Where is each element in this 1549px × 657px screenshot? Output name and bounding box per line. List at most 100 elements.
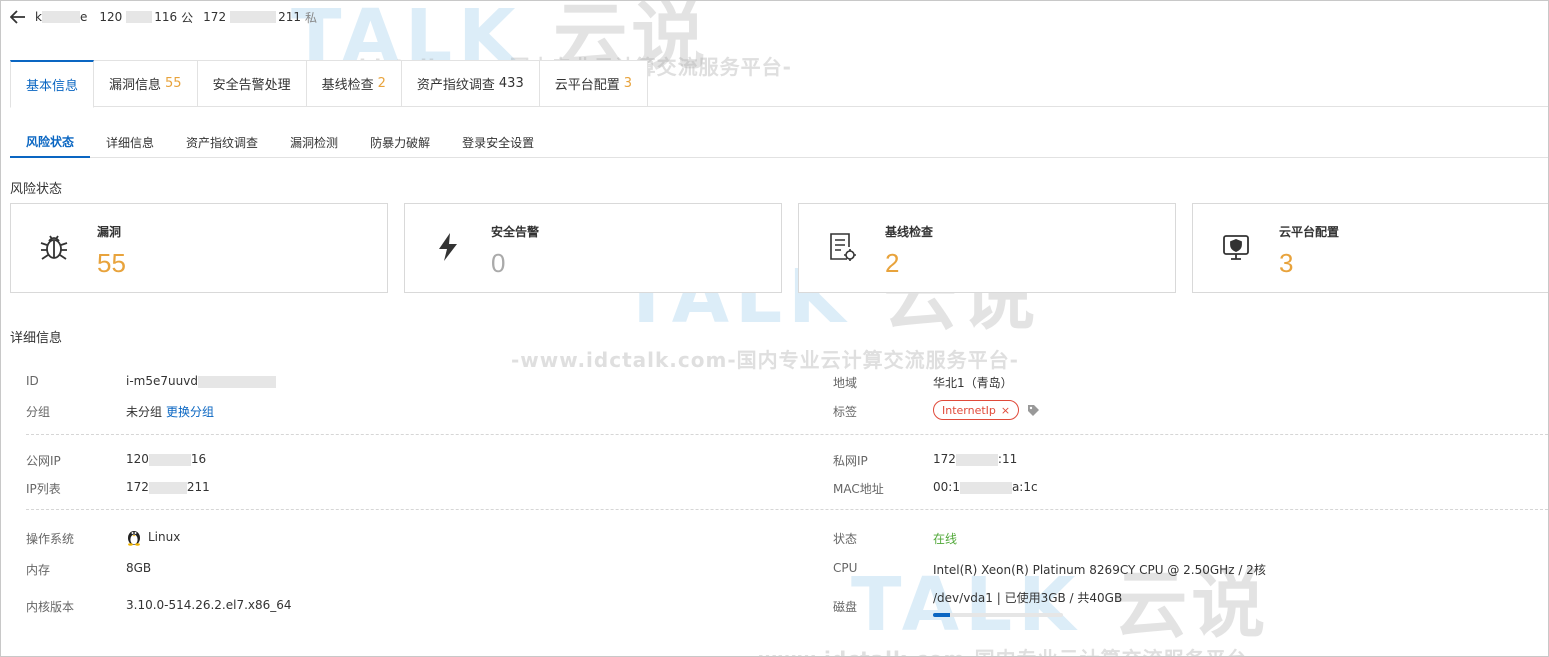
- card-value: 3: [1279, 248, 1294, 278]
- risk-section-title: 风险状态: [10, 182, 63, 197]
- checklist-icon: [825, 230, 859, 264]
- public-ip-label: 公: [181, 10, 194, 25]
- watermark-url-middle: -www.idctalk.com-国内专业云计算交流服务平台-: [511, 348, 1019, 372]
- change-group-link[interactable]: 更换分组: [166, 405, 214, 419]
- header-public-ip-start: 120: [99, 10, 123, 24]
- region-label: 地域: [833, 376, 858, 390]
- subtab-risk-status[interactable]: 风险状态: [10, 126, 91, 158]
- tag-edit-icon[interactable]: [1027, 404, 1040, 417]
- subtab-login-security[interactable]: 登录安全设置: [446, 126, 550, 158]
- id-label: ID: [26, 374, 39, 388]
- main-tabs: 基本信息 漏洞信息 55 安全告警处理 基线检查 2 资产指纹调查 433 云平台配置…: [10, 60, 1548, 108]
- masked-text: [955, 453, 998, 466]
- cpu-value: Intel(R) Xeon(R) Platinum 8269CY CPU @ 2…: [933, 563, 1266, 577]
- tab-vulnerability[interactable]: 漏洞信息 55: [94, 60, 198, 107]
- disk-usage-fill: [933, 613, 950, 617]
- id-value: i-m5e7uuvd: [126, 374, 276, 388]
- masked-text: [126, 11, 153, 23]
- os-value: Linux: [126, 528, 180, 546]
- risk-cards: 漏洞 55 安全告警 0 基线检查 2 云平台配置 3: [10, 203, 1548, 293]
- masked-text: [41, 11, 80, 23]
- subtab-details[interactable]: 详细信息: [90, 126, 170, 158]
- watermark-url-bottom: -www.idctalk.com-国内专业云计算交流服务平台-: [749, 643, 1257, 656]
- divider: [26, 509, 1548, 510]
- tag-internetip[interactable]: InternetIp ×: [933, 400, 1020, 420]
- memory-label: 内存: [26, 563, 51, 577]
- mac-part: 00:1: [933, 480, 960, 494]
- mac-value: 00:1 a:1c: [933, 480, 1038, 494]
- tab-count: 2: [377, 76, 386, 91]
- tab-baseline[interactable]: 基线检查 2: [306, 60, 402, 107]
- app-window: TALK 云说 -www.idctalk.com-国内专业云计算交流服务平台- …: [0, 0, 1549, 657]
- card-value: 0: [491, 248, 506, 278]
- monitor-shield-icon: [1219, 230, 1253, 264]
- subtab-vuln-detection[interactable]: 漏洞检测: [274, 126, 354, 158]
- sub-tabs: 风险状态 详细信息 资产指纹调查 漏洞检测 防暴力破解 登录安全设置: [10, 126, 1548, 158]
- disk-value: /dev/vda1 | 已使用3GB / 共40GB: [933, 591, 1123, 605]
- tab-label: 基线检查: [321, 78, 374, 93]
- masked-text: [197, 375, 276, 388]
- os-text: Linux: [148, 530, 181, 544]
- card-label: 云平台配置: [1279, 225, 1340, 239]
- private-ip-value: 172:11: [933, 452, 1017, 466]
- header-private-ip-start: 172: [203, 10, 227, 24]
- ip-part: 172: [126, 480, 149, 494]
- group-value: 未分组 更换分组: [126, 403, 214, 420]
- public-ip-label: 公网IP: [26, 454, 61, 468]
- masked-text: [959, 481, 1012, 494]
- details-section-title: 详细信息: [10, 331, 63, 346]
- instance-name-end: e: [79, 10, 88, 24]
- ip-part: 16: [190, 452, 207, 466]
- id-text: i-m5e7uuvd: [126, 374, 198, 388]
- page-header: k e 120 116 公 172 211 私: [9, 7, 321, 27]
- private-ip-label: 私: [304, 10, 317, 25]
- mac-part: a:1c: [1011, 480, 1038, 494]
- linux-penguin-icon: [126, 528, 142, 546]
- tag-value: InternetIp ×: [933, 400, 1040, 420]
- card-vulnerability[interactable]: 漏洞 55: [10, 203, 388, 293]
- header-private-ip-end: 211: [278, 10, 301, 24]
- status-value: 在线: [933, 532, 958, 546]
- os-label: 操作系统: [26, 532, 75, 546]
- cpu-label: CPU: [833, 561, 858, 575]
- ip-list-value: 172 211: [126, 480, 210, 494]
- subtab-brute-force[interactable]: 防暴力破解: [354, 126, 446, 158]
- public-ip-value: 120 16: [126, 452, 206, 466]
- tab-label: 漏洞信息: [109, 78, 162, 93]
- tab-count: 55: [165, 76, 182, 91]
- lightning-icon: [431, 230, 465, 264]
- card-label: 安全告警: [491, 225, 540, 239]
- group-label: 分组: [26, 405, 51, 419]
- disk-label: 磁盘: [833, 600, 858, 614]
- memory-value: 8GB: [126, 561, 152, 575]
- disk-usage-bar: [933, 613, 1063, 617]
- card-cloud-config[interactable]: 云平台配置 3: [1192, 203, 1548, 293]
- tab-alerts[interactable]: 安全告警处理: [197, 60, 307, 107]
- tab-basic-info[interactable]: 基本信息: [10, 60, 95, 108]
- tab-asset-fingerprint[interactable]: 资产指纹调查 433: [401, 60, 540, 107]
- tag-close-icon[interactable]: ×: [1001, 404, 1010, 417]
- tag-text: InternetIp: [942, 403, 996, 417]
- tab-label: 云平台配置: [554, 78, 620, 93]
- card-security-alerts[interactable]: 安全告警 0: [404, 203, 782, 293]
- tag-label: 标签: [833, 405, 858, 419]
- group-text: 未分组: [126, 405, 163, 419]
- ip-part: 172: [933, 452, 956, 466]
- subtab-asset-fingerprint[interactable]: 资产指纹调查: [170, 126, 274, 158]
- card-baseline[interactable]: 基线检查 2: [798, 203, 1176, 293]
- card-label: 基线检查: [885, 225, 934, 239]
- divider: [26, 434, 1548, 435]
- bug-icon: [37, 230, 71, 264]
- tab-count: 3: [623, 76, 633, 91]
- card-value: 2: [885, 248, 900, 278]
- kernel-value: 3.10.0-514.26.2.el7.x86_64: [126, 598, 292, 612]
- card-label: 漏洞: [97, 225, 122, 239]
- ip-list-label: IP列表: [26, 482, 61, 496]
- masked-text: [148, 481, 187, 494]
- tab-cloud-config[interactable]: 云平台配置 3: [539, 60, 649, 107]
- header-public-ip-end: 116: [154, 10, 178, 24]
- instance-name-start: k: [35, 10, 42, 24]
- tab-count: 433: [498, 76, 524, 91]
- tab-label: 资产指纹调查: [416, 78, 495, 93]
- back-arrow-icon[interactable]: [9, 8, 27, 26]
